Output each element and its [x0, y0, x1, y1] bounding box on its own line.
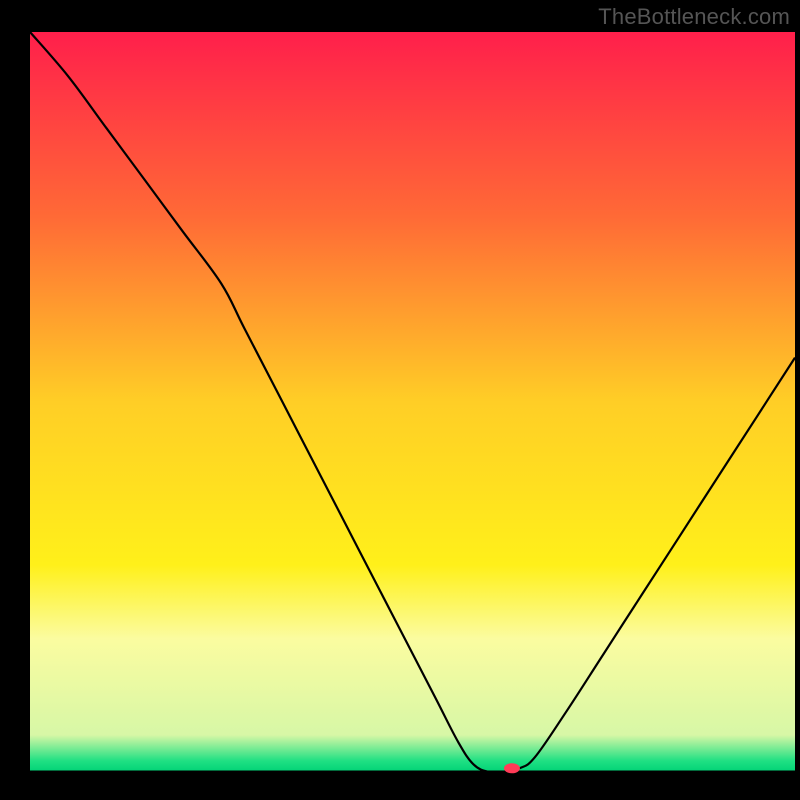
- chart-stage: TheBottleneck.com: [0, 0, 800, 800]
- watermark-text: TheBottleneck.com: [598, 4, 790, 30]
- optimal-point-marker: [504, 763, 520, 773]
- bottleneck-chart: [0, 0, 800, 800]
- plot-background: [30, 32, 795, 772]
